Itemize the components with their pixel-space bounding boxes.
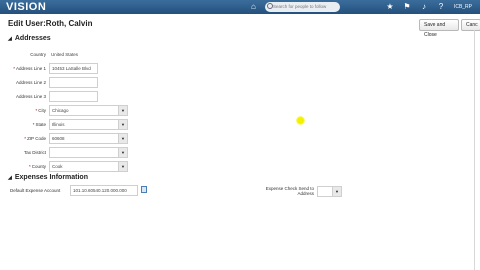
county-label: *County [28, 164, 46, 169]
chevron-down-icon[interactable]: ▼ [332, 187, 341, 196]
cursor-highlight [296, 116, 305, 125]
country-value: United States [51, 52, 79, 57]
city-label: *City [35, 108, 46, 113]
chevron-down-icon[interactable]: ▼ [118, 106, 127, 115]
cancel-button[interactable]: Canc [461, 19, 480, 31]
tax-district-select[interactable]: ▼ [49, 147, 128, 158]
default-expense-account-input[interactable]: 101.10.60540.120.000.000 [70, 185, 138, 196]
search-input[interactable]: Search for people to follow [265, 2, 340, 12]
section-title: Addresses [14, 35, 51, 42]
chevron-down-icon[interactable]: ▼ [118, 148, 127, 157]
global-header: VISION ★ ⚑ ♪ ? ICB_RP [0, 0, 480, 14]
app-logo: VISION [6, 1, 47, 13]
country-label: Country [30, 52, 46, 57]
star-icon[interactable]: ★ [386, 3, 394, 11]
address-line-2-label: Address Line 2 [15, 80, 46, 85]
expense-check-send-to-select[interactable]: ▼ [317, 186, 342, 197]
save-and-close-button[interactable]: Save and Close [419, 19, 459, 38]
chevron-down-icon[interactable]: ▼ [118, 120, 127, 129]
address-line-3-label: Address Line 3 [15, 94, 46, 99]
chevron-down-icon[interactable]: ▼ [118, 134, 127, 143]
collapse-icon[interactable]: ◢ [8, 175, 12, 181]
page-title: Edit User:Roth, Calvin [8, 19, 93, 28]
chevron-down-icon[interactable]: ▼ [118, 162, 127, 171]
collapse-icon[interactable]: ◢ [8, 36, 12, 42]
flag-icon[interactable]: ⚑ [403, 3, 411, 11]
scroll-divider [474, 30, 475, 270]
bell-icon[interactable]: ♪ [420, 3, 428, 11]
zip-code-select[interactable]: 60608 ▼ [49, 133, 128, 144]
address-line-3-input[interactable] [49, 91, 98, 102]
county-select[interactable]: Cook ▼ [49, 161, 128, 172]
addresses-section-header[interactable]: ◢ Addresses [8, 35, 51, 42]
search-icon [267, 3, 273, 9]
help-icon[interactable]: ? [437, 3, 445, 11]
calculator-icon[interactable] [141, 186, 147, 193]
address-line-1-label: *Address Line 1 [13, 66, 46, 71]
city-select[interactable]: Chicago ▼ [49, 105, 128, 116]
state-select[interactable]: Illinois ▼ [49, 119, 128, 130]
address-line-2-input[interactable] [49, 77, 98, 88]
section-title: Expenses Information [14, 174, 88, 181]
expenses-section-header[interactable]: ◢ Expenses Information [8, 174, 88, 181]
tax-district-label: Tax District [23, 150, 46, 155]
zip-code-label: *ZIP Code [24, 136, 46, 141]
address-line-1-input[interactable]: 10453 LaSalle Blvd [49, 63, 98, 74]
default-expense-account-label: Default Expense Account [10, 188, 61, 193]
home-icon[interactable]: ⌂ [251, 2, 256, 11]
state-label: *State [32, 122, 46, 127]
expense-check-send-to-label: Expense Check Send to Address [265, 186, 314, 196]
user-name[interactable]: ICB_RP [454, 4, 472, 10]
